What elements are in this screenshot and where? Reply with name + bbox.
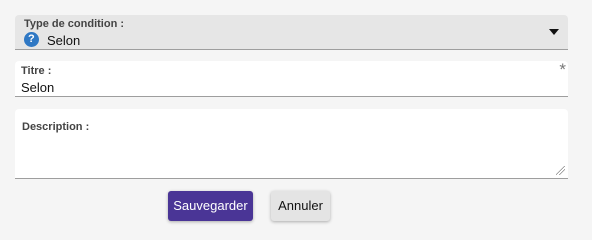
title-label: Titre : [21, 65, 52, 77]
condition-type-value: Selon [47, 33, 81, 48]
description-field[interactable]: Description : [15, 109, 568, 179]
dropdown-caret-icon[interactable] [549, 29, 559, 35]
resize-grip-icon[interactable] [556, 166, 565, 175]
description-label: Description : [22, 121, 90, 133]
condition-type-select[interactable]: Type de condition : ? Selon [15, 15, 568, 51]
save-button[interactable]: Sauvegarder [168, 191, 253, 221]
cancel-button[interactable]: Annuler [271, 191, 330, 221]
question-diamond-icon: ? [20, 28, 43, 51]
condition-type-label: Type de condition : [24, 18, 125, 30]
required-asterisk-icon: * [559, 60, 566, 79]
title-field[interactable]: Titre : Selon * [15, 60, 568, 97]
title-input-value[interactable]: Selon [21, 80, 54, 95]
